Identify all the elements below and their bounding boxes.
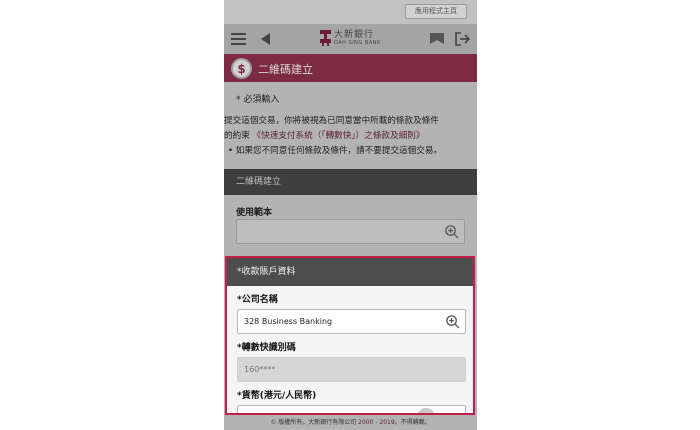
terms-line-1: 提交這個交易，你將被視為已同意當中所載的條款及條件 bbox=[224, 116, 439, 126]
footer-suffix: 。不得轉載。 bbox=[394, 419, 431, 426]
company-name-label: *公司名稱 bbox=[237, 295, 278, 305]
currency-label: *貨幣(港元/人民幣) bbox=[237, 391, 317, 401]
search-icon[interactable] bbox=[444, 224, 459, 239]
template-input[interactable] bbox=[236, 219, 465, 244]
fps-id-label: *轉數快識別碼 bbox=[237, 343, 296, 353]
terms-link[interactable]: 《快速支付系統（「轉數快」）之條款及細則》 bbox=[253, 131, 425, 141]
bank-logo: 大新銀行 DAH SING BANK bbox=[320, 29, 381, 47]
bank-logo-icon bbox=[320, 29, 331, 47]
terms-notice: 提交這個交易，你將被視為已同意當中所載的條款及條件 的約束 《快速支付系統（「轉… bbox=[224, 114, 477, 159]
fps-id-input: 160**** bbox=[237, 357, 466, 382]
footer-prefix: © 版權所有。大新銀行有限公司 bbox=[270, 419, 359, 426]
section-header: 二維碼建立 bbox=[224, 169, 477, 195]
required-note: * 必須輸入 bbox=[236, 95, 280, 105]
footer: © 版權所有。大新銀行有限公司 2000 - 2019。不得轉載。 bbox=[224, 416, 477, 430]
receiving-account-panel: *收款賬戶資料 *公司名稱 328 Business Banking *轉數快識… bbox=[225, 256, 475, 415]
menu-icon[interactable] bbox=[230, 31, 246, 47]
flag-icon[interactable] bbox=[429, 31, 445, 47]
bank-name-en: DAH SING BANK bbox=[334, 39, 381, 46]
app-home-button[interactable]: 應用程式主頁 bbox=[405, 4, 467, 19]
template-label: 使用範本 bbox=[236, 208, 273, 218]
top-strip: 應用程式主頁 bbox=[224, 0, 477, 24]
terms-line-2: 的約束 《快速支付系統（「轉數快」）之條款及細則》 bbox=[224, 129, 477, 144]
bank-name-cn: 大新銀行 bbox=[334, 29, 375, 40]
terms-line-3: • 如果您不同意任何條款及條件，請不要提交這個交易。 bbox=[228, 146, 443, 156]
company-name-input[interactable]: 328 Business Banking bbox=[237, 309, 466, 334]
page-title: 二維碼建立 bbox=[258, 63, 313, 76]
terms-prefix: 的約束 bbox=[224, 131, 250, 141]
search-icon[interactable] bbox=[445, 314, 460, 329]
footer-years: 2000 - 2019 bbox=[358, 419, 395, 426]
company-name-value: 328 Business Banking bbox=[244, 317, 333, 326]
fps-id-value: 160**** bbox=[244, 365, 276, 374]
logout-icon[interactable] bbox=[454, 31, 470, 47]
qr-money-icon: $ bbox=[231, 58, 252, 79]
page-title-bar: $ 二維碼建立 bbox=[224, 54, 477, 82]
back-icon[interactable] bbox=[257, 31, 273, 47]
app-header: 大新銀行 DAH SING BANK bbox=[224, 24, 477, 54]
receiving-account-header: *收款賬戶資料 bbox=[227, 258, 473, 286]
